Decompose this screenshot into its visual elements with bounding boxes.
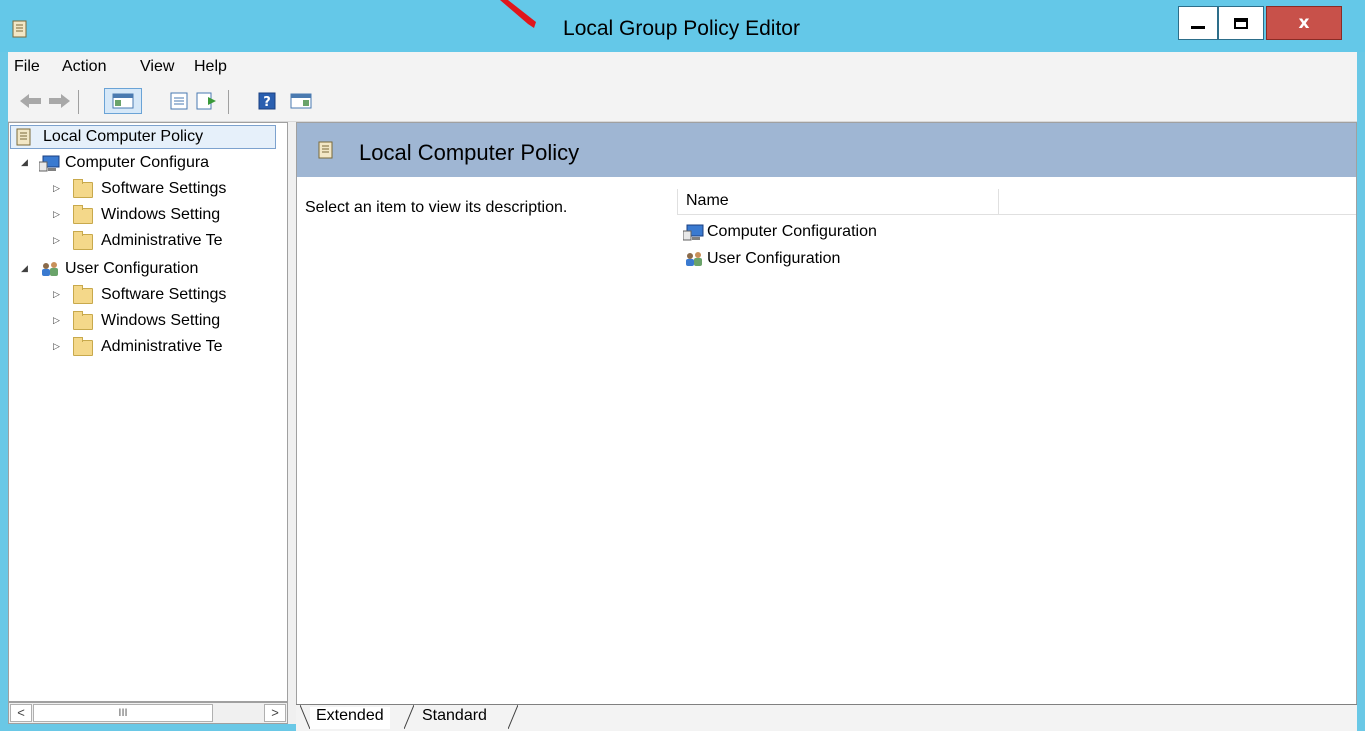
tree-item-software-settings[interactable]: ▷ Software Settings [9,283,287,309]
policy-icon [15,128,35,146]
computer-icon [682,223,705,246]
toolbar-separator [228,90,229,114]
help-icon[interactable]: ? [256,90,278,112]
scroll-left-button[interactable]: < [10,704,32,722]
folder-icon [73,179,93,200]
menu-bar: File Action View Help [8,52,1357,82]
page-title: Local Computer Policy [359,140,580,165]
forward-arrow-icon[interactable] [48,90,70,112]
tab-edge [508,705,518,729]
maximize-icon [1234,17,1248,29]
tree-item-label: Administrative Te [101,338,223,355]
minimize-icon [1191,25,1205,29]
scroll-thumb[interactable]: III [33,704,213,722]
svg-text:?: ? [263,95,271,110]
collapsed-triangle-icon[interactable]: ▷ [53,235,63,245]
tree-item-label: User Configuration [65,260,199,277]
details-header: Local Computer Policy [297,123,1356,177]
toolbar-separator [78,90,79,114]
collapsed-triangle-icon[interactable]: ▷ [53,341,63,351]
show-hide-tree-icon[interactable] [104,88,142,114]
folder-icon [73,231,93,252]
folder-icon [73,205,93,226]
expanded-triangle-icon[interactable]: ◢ [21,263,31,273]
console-tree: Local Computer Policy ◢ Computer Configu… [8,122,288,702]
menu-action[interactable]: Action [62,58,106,76]
folder-icon [73,285,93,306]
tree-item-administrative-templates[interactable]: ▷ Administrative Te [9,229,287,255]
tree-item-label: Local Computer Policy [43,128,204,145]
tree-item-label: Windows Setting [101,206,221,223]
collapsed-triangle-icon[interactable]: ▷ [53,209,63,219]
tree-item-label: Software Settings [101,180,227,197]
tree-item-local-computer-policy[interactable]: Local Computer Policy [9,125,279,151]
show-action-pane-icon[interactable] [290,90,312,112]
menu-help[interactable]: Help [194,58,227,76]
pane-splitter[interactable] [288,122,296,724]
scroll-right-button[interactable]: > [264,704,286,722]
maximize-button[interactable] [1218,6,1264,40]
tree-item-label: Computer Configura [65,154,210,171]
collapsed-triangle-icon[interactable]: ▷ [53,315,63,325]
tree-item-label: Software Settings [101,286,227,303]
minimize-button[interactable] [1178,6,1218,40]
window-title: Local Group Policy Editor [563,17,800,40]
close-icon: x [1298,13,1310,33]
tree-item-software-settings[interactable]: ▷ Software Settings [9,177,287,203]
computer-icon [38,154,60,172]
tree-item-computer-configuration[interactable]: ◢ Computer Configura [9,151,287,177]
collapsed-triangle-icon[interactable]: ▷ [53,183,63,193]
close-button[interactable]: x [1266,6,1342,40]
view-tabs: Extended Standard [296,704,1357,731]
properties-icon[interactable] [168,90,190,112]
list-item-label: User Configuration [707,250,841,267]
tab-edge [404,705,414,729]
column-header-name[interactable]: Name [677,189,999,215]
back-arrow-icon[interactable] [20,90,42,112]
details-pane: Local Computer Policy Select an item to … [296,122,1357,706]
list-item-label: Computer Configuration [707,223,877,240]
tree-horizontal-scrollbar[interactable]: < III > [8,702,288,724]
folder-icon [73,337,93,358]
tab-edge [300,705,310,729]
menu-file[interactable]: File [14,58,40,76]
menu-view[interactable]: View [140,58,174,76]
tree-item-label: Administrative Te [101,232,223,249]
users-icon [39,260,59,278]
tree-item-user-configuration[interactable]: ◢ User Configuration [9,257,287,283]
tree-item-windows-settings[interactable]: ▷ Windows Setting [9,203,287,229]
tab-standard[interactable]: Standard [416,707,493,729]
tree-item-windows-settings[interactable]: ▷ Windows Setting [9,309,287,335]
export-list-icon[interactable] [196,90,218,112]
toolbar: ? [8,82,1357,122]
tree-item-administrative-templates[interactable]: ▷ Administrative Te [9,335,287,361]
expanded-triangle-icon[interactable]: ◢ [21,157,31,167]
description-text: Select an item to view its description. [305,199,568,216]
title-bar[interactable]: Local Group Policy Editor x [0,0,1365,52]
collapsed-triangle-icon[interactable]: ▷ [53,289,63,299]
folder-icon [73,311,93,332]
list-column-header: Name [677,189,1356,215]
app-window: Local Group Policy Editor x File Action … [0,0,1365,731]
policy-icon [317,141,335,164]
users-icon [683,250,705,273]
tab-extended[interactable]: Extended [310,707,390,729]
tree-item-label: Windows Setting [101,312,221,329]
